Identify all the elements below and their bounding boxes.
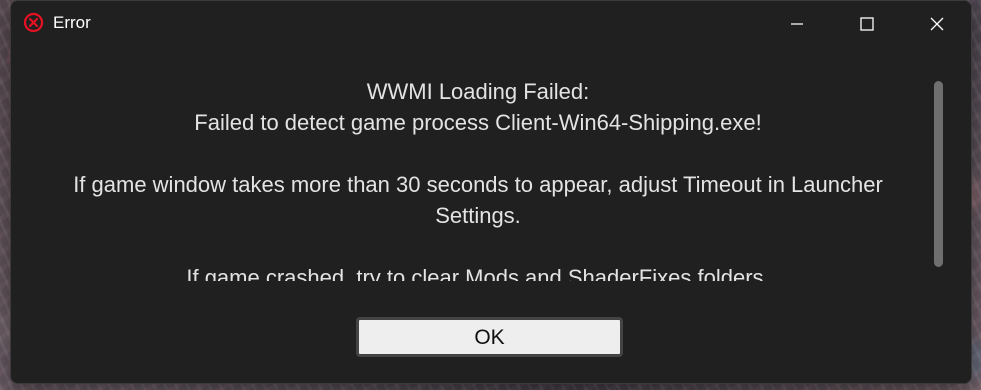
maximize-button[interactable]: [832, 1, 902, 46]
close-button[interactable]: [902, 1, 971, 46]
message-line: If game window takes more than 30 second…: [73, 172, 883, 197]
error-dialog-window: Error WWMI Loading Failed: Failed to det…: [10, 0, 972, 384]
message-line: WWMI Loading Failed:: [366, 79, 590, 104]
error-message[interactable]: WWMI Loading Failed: Failed to detect ga…: [23, 76, 933, 281]
title-bar[interactable]: Error: [11, 1, 971, 46]
message-line: Settings.: [435, 203, 521, 228]
message-line: Failed to detect game process Client-Win…: [194, 110, 762, 135]
error-circle-x-icon: [23, 12, 44, 33]
window-title: Error: [53, 13, 91, 32]
ok-button[interactable]: OK: [356, 317, 623, 357]
scrollbar-thumb[interactable]: [934, 81, 943, 267]
message-scrollbar[interactable]: [933, 81, 943, 271]
dialog-content: WWMI Loading Failed: Failed to detect ga…: [11, 46, 971, 383]
minimize-button[interactable]: [762, 1, 832, 46]
message-line: If game crashed, try to clear Mods and S…: [186, 265, 770, 281]
